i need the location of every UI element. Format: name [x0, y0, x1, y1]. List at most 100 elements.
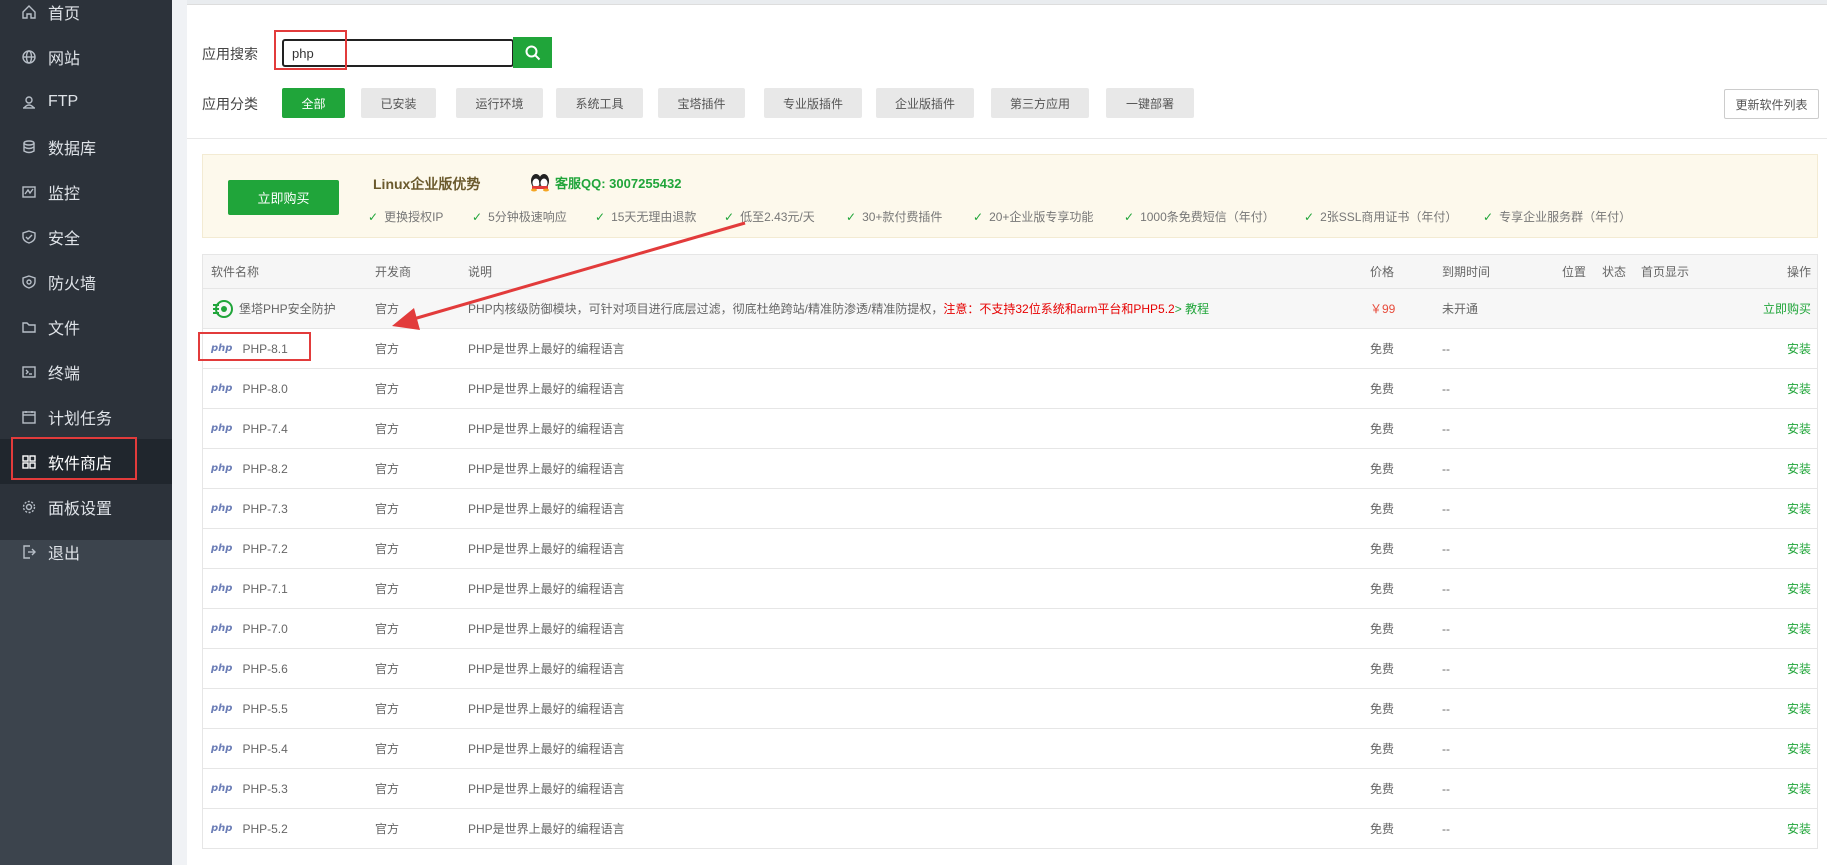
check-icon: ✓ — [1124, 209, 1135, 224]
sidebar-item-10[interactable]: 软件商店 — [0, 439, 172, 484]
install-link[interactable]: 安装 — [1787, 609, 1811, 648]
sidebar-item-8[interactable]: 终端 — [0, 349, 172, 394]
install-link[interactable]: 安装 — [1787, 569, 1811, 608]
category-tab-7[interactable]: 第三方应用 — [991, 88, 1089, 118]
sidebar-item-2[interactable]: FTP — [0, 79, 172, 124]
category-tab-2[interactable]: 运行环境 — [456, 88, 543, 118]
sidebar-item-label: 网站 — [48, 50, 81, 68]
table-row: php PHP-5.6 官方 PHP是世界上最好的编程语言 免费 -- 安装 — [203, 649, 1817, 689]
software-name: PHP-8.2 — [242, 461, 288, 476]
category-tab-5[interactable]: 专业版插件 — [764, 88, 862, 118]
row-name-cell: php PHP-5.6 — [211, 649, 288, 688]
install-link[interactable]: 安装 — [1787, 369, 1811, 408]
install-link[interactable]: 安装 — [1787, 809, 1811, 848]
tutorial-link[interactable]: > 教程 — [1175, 300, 1209, 317]
category-tab-8[interactable]: 一键部署 — [1106, 88, 1194, 118]
expire-time: -- — [1442, 421, 1450, 436]
sidebar-item-7[interactable]: 文件 — [0, 304, 172, 349]
description-text: PHP内核级防御模块，可针对项目进行底层过滤，彻底杜绝跨站/精准防渗透/精准防提… — [468, 302, 944, 316]
check-icon: ✓ — [846, 209, 857, 224]
developer: 官方 — [375, 622, 400, 636]
software-name: PHP-5.2 — [242, 821, 288, 836]
sidebar-item-5[interactable]: 安全 — [0, 214, 172, 259]
sidebar-item-label: 软件商店 — [48, 455, 113, 473]
developer: 官方 — [375, 302, 400, 316]
install-link[interactable]: 安装 — [1787, 689, 1811, 728]
category-tab-3[interactable]: 系统工具 — [556, 88, 643, 118]
refresh-software-list-button[interactable]: 更新软件列表 — [1724, 89, 1819, 119]
developer: 官方 — [375, 582, 400, 596]
search-input[interactable] — [282, 39, 514, 67]
sidebar-item-11[interactable]: 面板设置 — [0, 484, 172, 529]
promo-feature-text: 20+企业版专享功能 — [989, 210, 1094, 224]
sidebar-item-0[interactable]: 首页 — [0, 0, 172, 34]
promo-feature: ✓ 更换授权IP — [368, 208, 443, 225]
table-row: php PHP-5.2 官方 PHP是世界上最好的编程语言 免费 -- 安装 — [203, 809, 1817, 849]
table-row: php PHP-7.2 官方 PHP是世界上最好的编程语言 免费 -- 安装 — [203, 529, 1817, 569]
expire-time: -- — [1442, 781, 1450, 796]
row-name-cell: php PHP-8.1 — [211, 329, 288, 368]
warning-text: 注意：不支持32位系统和arm平台和PHP5.2 — [943, 302, 1175, 316]
expire-time: -- — [1442, 341, 1450, 356]
php-logo-icon: php — [211, 543, 233, 554]
sidebar-item-label: 文件 — [48, 320, 81, 338]
qq-contact[interactable]: 客服QQ: 3007255432 — [528, 172, 681, 192]
qq-text: 客服QQ: 3007255432 — [555, 175, 682, 191]
expire-time: -- — [1442, 621, 1450, 636]
promo-feature-text: 15天无理由退款 — [611, 210, 697, 224]
category-tab-1[interactable]: 已安装 — [361, 88, 436, 118]
sidebar-item-3[interactable]: 数据库 — [0, 124, 172, 169]
expire-time: -- — [1442, 661, 1450, 676]
promo-feature-text: 5分钟极速响应 — [488, 210, 567, 224]
check-icon: ✓ — [724, 209, 735, 224]
buy-now-link[interactable]: 立即购买 — [1763, 289, 1811, 328]
php-logo-icon: php — [211, 623, 233, 634]
install-link[interactable]: 安装 — [1787, 729, 1811, 768]
software-name: PHP-7.4 — [242, 421, 288, 436]
sidebar-item-12[interactable]: 退出 — [0, 529, 172, 574]
sidebar-item-4[interactable]: 监控 — [0, 169, 172, 214]
buy-now-button[interactable]: 立即购买 — [228, 180, 339, 215]
description: PHP是世界上最好的编程语言 — [468, 382, 625, 396]
price: 免费 — [1370, 382, 1395, 396]
install-link[interactable]: 安装 — [1787, 329, 1811, 368]
software-name: PHP-5.3 — [242, 781, 288, 796]
promo-feature-text: 1000条免费短信（年付） — [1140, 210, 1275, 224]
row-name-cell: php PHP-8.0 — [211, 369, 288, 408]
check-icon: ✓ — [1304, 209, 1315, 224]
top-strip — [187, 0, 1827, 5]
description: PHP是世界上最好的编程语言 — [468, 782, 625, 796]
install-link[interactable]: 安装 — [1787, 649, 1811, 688]
header-desc: 说明 — [468, 265, 493, 279]
category-tab-6[interactable]: 企业版插件 — [876, 88, 974, 118]
promo-feature: ✓ 专享企业服务群（年付） — [1483, 208, 1631, 225]
install-link[interactable]: 安装 — [1787, 409, 1811, 448]
promo-title: Linux企业版优势 — [373, 176, 481, 192]
row-name-cell: php PHP-5.4 — [211, 729, 288, 768]
sidebar-item-9[interactable]: 计划任务 — [0, 394, 172, 439]
description: PHP是世界上最好的编程语言 — [468, 702, 625, 716]
install-link[interactable]: 安装 — [1787, 449, 1811, 488]
price: 免费 — [1370, 662, 1395, 676]
install-link[interactable]: 安装 — [1787, 769, 1811, 808]
sidebar-item-label: 安全 — [48, 230, 81, 248]
table-row: php PHP-7.1 官方 PHP是世界上最好的编程语言 免费 -- 安装 — [203, 569, 1817, 609]
globe-icon — [20, 48, 38, 66]
calendar-icon — [20, 408, 38, 426]
category-tab-4[interactable]: 宝塔插件 — [658, 88, 745, 118]
expire-time: -- — [1442, 501, 1450, 516]
promo-banner — [202, 154, 1818, 238]
row-name-cell: php PHP-5.3 — [211, 769, 288, 808]
php-logo-icon: php — [211, 423, 233, 434]
install-link[interactable]: 安装 — [1787, 489, 1811, 528]
category-tab-0[interactable]: 全部 — [282, 88, 345, 118]
divider — [187, 138, 1827, 139]
sidebar-item-1[interactable]: 网站 — [0, 34, 172, 79]
row-name-cell: php PHP-7.0 — [211, 609, 288, 648]
qq-penguin-icon — [531, 174, 549, 192]
search-button[interactable] — [513, 37, 552, 68]
install-link[interactable]: 安装 — [1787, 529, 1811, 568]
php-logo-icon: php — [211, 503, 233, 514]
sidebar-item-6[interactable]: 防火墙 — [0, 259, 172, 304]
promo-feature: ✓ 2张SSL商用证书（年付） — [1304, 208, 1457, 225]
